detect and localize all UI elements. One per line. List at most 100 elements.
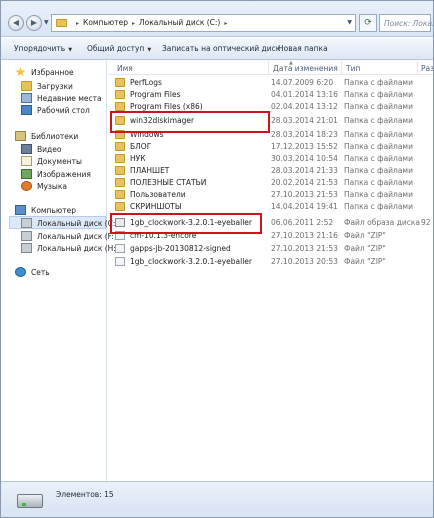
network-icon [15, 267, 26, 277]
share-button[interactable]: Общий доступ ▼ [87, 44, 151, 53]
star-icon [15, 67, 26, 77]
back-button[interactable]: ◀ [8, 15, 24, 31]
file-row[interactable]: gapps-jb-20130812-signed 27.10.2013 21:53… [109, 243, 433, 255]
search-input[interactable]: Поиск: Локальный диск (C:) [379, 14, 433, 32]
nav-drive-c[interactable]: Локальный диск (C:) [21, 218, 118, 228]
highlight-box-win32diskimager [110, 111, 270, 133]
file-type: Папка с файлами [344, 90, 413, 99]
zip-file-icon [115, 244, 125, 253]
nav-drive-h[interactable]: Локальный диск (H:) [21, 243, 119, 253]
navigation-pane: Избранное Загрузки Недавние места Рабочи… [1, 61, 119, 481]
column-date[interactable]: Дата изменения [273, 64, 338, 73]
nav-drive-f[interactable]: Локальный диск (F:) [21, 231, 117, 241]
caret-down-icon: ▼ [68, 47, 73, 53]
address-dropdown-icon[interactable]: ▼ [347, 19, 352, 26]
nav-label: Избранное [31, 67, 74, 77]
computer-icon [15, 205, 26, 215]
file-type: Папка с файлами [344, 142, 413, 151]
nav-images[interactable]: Изображения [21, 169, 91, 179]
file-row[interactable]: СКРИНШОТЫ 14.04.2014 19:41 Папка с файлами [109, 201, 433, 213]
highlight-box-disk-image [110, 213, 262, 234]
nav-downloads[interactable]: Загрузки [21, 81, 73, 91]
music-icon [21, 181, 32, 191]
file-type: Папка с файлами [344, 154, 413, 163]
chevron-right-icon[interactable]: ▸ [224, 20, 227, 27]
nav-label: Видео [37, 144, 62, 154]
organize-button[interactable]: Упорядочить ▼ [14, 44, 72, 53]
chevron-right-icon[interactable]: ▸ [76, 20, 79, 27]
breadcrumb-computer[interactable]: Компьютер [83, 18, 128, 27]
command-bar: Упорядочить ▼ Общий доступ ▼ Записать на о… [1, 38, 433, 60]
nav-computer[interactable]: Компьютер [15, 205, 76, 215]
file-name: Program Files (x86) [130, 102, 203, 111]
nav-favorites[interactable]: Избранное [15, 67, 74, 77]
nav-label: Локальный диск (C:) [37, 218, 119, 228]
chevron-right-icon[interactable]: ▸ [132, 20, 135, 27]
file-date: 27.10.2013 21:16 [271, 231, 338, 240]
new-folder-button[interactable]: Новая папка [278, 44, 328, 53]
file-date: 27.10.2013 21:53 [271, 190, 338, 199]
drive-icon [17, 494, 43, 508]
file-row[interactable]: Program Files 04.01.2014 13:16 Папка с фай… [109, 89, 433, 101]
share-label: Общий доступ [87, 44, 145, 53]
file-row[interactable]: 1gb_clockwork-3.2.0.1-eyeballer 27.10.201… [109, 256, 433, 268]
file-row[interactable]: БЛОГ 17.12.2013 15:52 Папка с файлами [109, 141, 433, 153]
nav-video[interactable]: Видео [21, 144, 61, 154]
drive-icon [21, 218, 32, 228]
file-name: ПОЛЕЗНЫЕ СТАТЬИ [130, 178, 207, 187]
column-type[interactable]: Тип [346, 64, 360, 73]
file-row[interactable]: НУК 30.03.2014 10:54 Папка с файлами [109, 153, 433, 165]
images-icon [21, 169, 32, 179]
item-count: Элементов: 15 [56, 490, 114, 499]
file-type: Папка с файлами [344, 116, 413, 125]
file-type: Файл "ZIP" [344, 257, 386, 266]
new-folder-label: Новая папка [278, 44, 328, 53]
burn-button[interactable]: Записать на оптический диск [162, 44, 280, 53]
folder-icon [115, 142, 125, 151]
address-field[interactable]: ▸ Компьютер ▸ Локальный диск (C:) ▸ ▼ [51, 14, 356, 32]
file-date: 28.03.2014 21:33 [271, 166, 338, 175]
zip-file-icon [115, 257, 125, 266]
video-icon [21, 144, 32, 154]
nav-desktop[interactable]: Рабочий стол [21, 105, 90, 115]
file-row[interactable]: Пользователи 27.10.2013 21:53 Папка с файл… [109, 189, 433, 201]
file-size: 92 [421, 218, 431, 227]
explorer-window: ◀ ▶ ▼ ▸ Компьютер ▸ Локальный диск (C:) ▸ ▼ … [0, 0, 434, 518]
folder-icon [115, 190, 125, 199]
organize-label: Упорядочить [14, 44, 66, 53]
recent-pages-dropdown[interactable]: ▼ [44, 19, 49, 26]
breadcrumb-drive-c[interactable]: Локальный диск (C:) [139, 18, 220, 27]
nav-label: Рабочий стол [37, 105, 90, 115]
nav-label: Библиотеки [31, 131, 79, 141]
nav-network[interactable]: Сеть [15, 267, 50, 277]
forward-button[interactable]: ▶ [26, 15, 42, 31]
folder-icon [115, 102, 125, 111]
file-type: Файл образа диска [344, 218, 420, 227]
refresh-button[interactable]: ⟳ [359, 14, 377, 32]
column-name[interactable]: Имя [117, 64, 133, 73]
nav-recent-places[interactable]: Недавние места [21, 93, 102, 103]
details-pane: Элементов: 15 [1, 481, 433, 517]
nav-libraries[interactable]: Библиотеки [15, 131, 78, 141]
file-name: Пользователи [130, 190, 186, 199]
nav-label: Компьютер [31, 205, 76, 215]
column-size[interactable]: Разме [421, 64, 433, 73]
file-type: Файл "ZIP" [344, 244, 386, 253]
file-name: PerfLogs [130, 78, 162, 87]
file-name: СКРИНШОТЫ [130, 202, 182, 211]
file-row[interactable]: ПЛАНШЕТ 28.03.2014 21:33 Папка с файлами [109, 165, 433, 177]
drive-icon [21, 243, 32, 253]
libraries-icon [15, 131, 26, 141]
file-row[interactable]: ПОЛЕЗНЫЕ СТАТЬИ 20.02.2014 21:53 Папка с ф… [109, 177, 433, 189]
nav-label: Локальный диск (H:) [37, 243, 119, 253]
file-type: Папка с файлами [344, 202, 413, 211]
column-divider[interactable] [268, 61, 269, 75]
column-divider[interactable] [417, 61, 418, 75]
file-date: 20.02.2014 21:53 [271, 178, 338, 187]
column-divider[interactable] [341, 61, 342, 75]
nav-music[interactable]: Музыка [21, 181, 67, 191]
nav-documents[interactable]: Документы [21, 156, 82, 166]
file-row[interactable]: PerfLogs 14.07.2009 6:20 Папка с файлами [109, 77, 433, 89]
file-date: 02.04.2014 13:12 [271, 102, 338, 111]
folder-icon [115, 178, 125, 187]
